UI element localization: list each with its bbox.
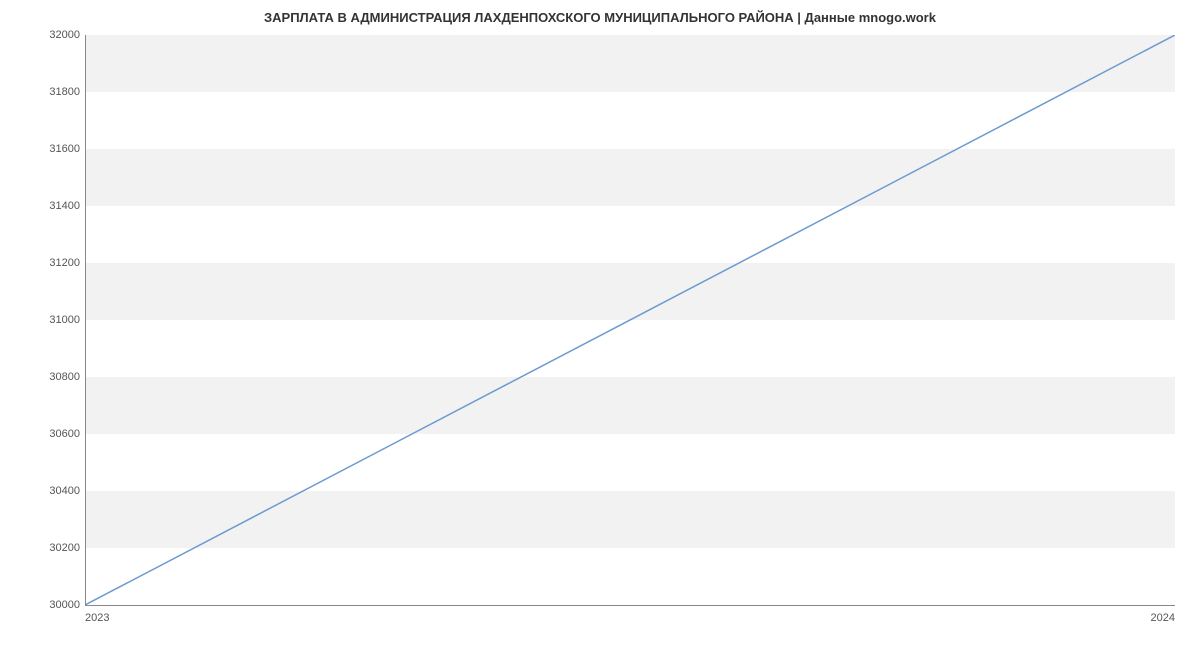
y-tick-label: 30000	[30, 599, 80, 611]
y-tick-label: 31400	[30, 200, 80, 212]
chart-line	[85, 35, 1175, 605]
y-tick-label: 30800	[30, 371, 80, 383]
y-tick-label: 30400	[30, 485, 80, 497]
x-axis-line	[85, 605, 1175, 606]
chart-title: ЗАРПЛАТА В АДМИНИСТРАЦИЯ ЛАХДЕНПОХСКОГО …	[0, 0, 1200, 30]
y-axis-line	[85, 35, 86, 605]
x-tick-label: 2024	[1145, 612, 1175, 624]
y-tick-label: 30200	[30, 542, 80, 554]
y-tick-label: 31000	[30, 314, 80, 326]
x-tick-label: 2023	[85, 612, 109, 624]
chart-plot-area	[85, 35, 1175, 605]
y-tick-label: 30600	[30, 428, 80, 440]
y-tick-label: 31600	[30, 143, 80, 155]
y-tick-label: 31800	[30, 86, 80, 98]
y-tick-label: 31200	[30, 257, 80, 269]
y-tick-label: 32000	[30, 29, 80, 41]
